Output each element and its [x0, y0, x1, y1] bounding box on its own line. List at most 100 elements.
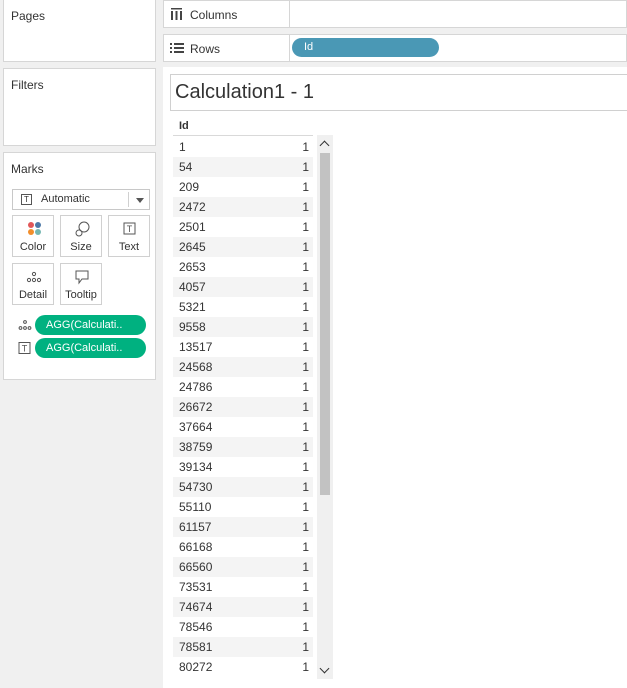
text-label: Text	[118, 241, 140, 253]
row-id: 54730	[179, 480, 213, 494]
row-value: 1	[302, 560, 309, 574]
marks-title: Marks	[11, 162, 44, 176]
text-button[interactable]: T Text	[108, 215, 150, 257]
table-row[interactable]: 24568 1	[173, 357, 313, 377]
rows-shelf[interactable]: Rows Id	[163, 34, 627, 62]
table-row[interactable]: 4057 1	[173, 277, 313, 297]
row-id: 4057	[179, 280, 206, 294]
table-row[interactable]: 37664 1	[173, 417, 313, 437]
marks-pill-row: AGG(Calculati..	[4, 315, 157, 335]
table-row[interactable]: 2645 1	[173, 237, 313, 257]
row-value: 1	[302, 420, 309, 434]
row-value: 1	[302, 200, 309, 214]
row-value: 1	[302, 600, 309, 614]
row-id: 37664	[179, 420, 213, 434]
table-row[interactable]: 73531 1	[173, 577, 313, 597]
table-row[interactable]: 78546 1	[173, 617, 313, 637]
scroll-down-icon[interactable]	[319, 663, 330, 674]
row-value: 1	[302, 500, 309, 514]
row-id: 66168	[179, 540, 213, 554]
text-mark-icon: T	[21, 194, 32, 205]
row-id: 78581	[179, 640, 213, 654]
row-value: 1	[302, 640, 309, 654]
view-area: Calculation1 - 1 Id 1 1 54 1 209 1 2472 1 2501 1 2…	[163, 67, 627, 688]
pages-card[interactable]: Pages	[3, 0, 156, 62]
text-icon: T	[18, 342, 31, 354]
detail-dots-icon	[26, 271, 42, 283]
row-id: 55110	[179, 500, 212, 514]
table-row[interactable]: 54730 1	[173, 477, 313, 497]
row-id: 209	[179, 180, 200, 194]
row-value: 1	[302, 480, 309, 494]
text-icon: T	[123, 222, 136, 235]
detail-dots-icon	[18, 320, 32, 330]
table-row[interactable]: 24786 1	[173, 377, 313, 397]
mark-type-value: Automatic	[41, 193, 90, 205]
table-row[interactable]: 80272 1	[173, 657, 313, 677]
table-row[interactable]: 2472 1	[173, 197, 313, 217]
row-id: 13517	[179, 340, 213, 354]
row-id: 80272	[179, 660, 213, 674]
row-value: 1	[302, 240, 309, 254]
shelf-divider	[289, 35, 290, 61]
table-row[interactable]: 209 1	[173, 177, 313, 197]
id-column-header[interactable]: Id	[173, 120, 313, 136]
detail-button[interactable]: Detail	[12, 263, 54, 305]
color-dots-icon	[28, 222, 41, 235]
columns-icon	[171, 8, 182, 20]
table-row[interactable]: 66560 1	[173, 557, 313, 577]
marks-card: Marks T Automatic Color Size T Text Deta…	[3, 152, 156, 380]
filters-card[interactable]: Filters	[3, 68, 156, 146]
row-id: 2472	[179, 200, 206, 214]
row-value: 1	[302, 620, 309, 634]
shelf-divider	[289, 1, 290, 27]
row-value: 1	[302, 320, 309, 334]
agg-calculation-detail-pill[interactable]: AGG(Calculati..	[35, 315, 146, 335]
table-row[interactable]: 5321 1	[173, 297, 313, 317]
row-id: 5321	[179, 300, 206, 314]
row-id: 24568	[179, 360, 213, 374]
row-id: 38759	[179, 440, 213, 454]
row-value: 1	[302, 220, 309, 234]
table-row[interactable]: 2501 1	[173, 217, 313, 237]
size-button[interactable]: Size	[60, 215, 102, 257]
agg-calculation-text-pill[interactable]: AGG(Calculati..	[35, 338, 146, 358]
vertical-scrollbar[interactable]	[317, 135, 333, 679]
color-button[interactable]: Color	[12, 215, 54, 257]
row-value: 1	[302, 460, 309, 474]
tooltip-label: Tooltip	[65, 289, 97, 301]
rows-icon	[170, 43, 184, 53]
chevron-down-icon[interactable]	[136, 198, 144, 203]
row-value: 1	[302, 440, 309, 454]
row-value: 1	[302, 400, 309, 414]
row-id: 73531	[179, 580, 213, 594]
table-row[interactable]: 26672 1	[173, 397, 313, 417]
svg-text:T: T	[127, 224, 133, 234]
rows-label: Rows	[190, 42, 221, 56]
table-row[interactable]: 13517 1	[173, 337, 313, 357]
id-dimension-pill[interactable]: Id	[292, 38, 439, 57]
table-row[interactable]: 61157 1	[173, 517, 313, 537]
tooltip-button[interactable]: Tooltip	[60, 263, 102, 305]
row-value: 1	[302, 380, 309, 394]
scroll-up-icon[interactable]	[319, 140, 330, 151]
table-row[interactable]: 39134 1	[173, 457, 313, 477]
table-row[interactable]: 9558 1	[173, 317, 313, 337]
table-row[interactable]: 78581 1	[173, 637, 313, 657]
table-row[interactable]: 74674 1	[173, 597, 313, 617]
view-title[interactable]: Calculation1 - 1	[170, 74, 627, 111]
row-value: 1	[302, 360, 309, 374]
mark-type-dropdown[interactable]: T Automatic	[12, 189, 150, 210]
table-row[interactable]: 38759 1	[173, 437, 313, 457]
columns-label: Columns	[190, 8, 238, 22]
table-row[interactable]: 66168 1	[173, 537, 313, 557]
row-value: 1	[302, 580, 309, 594]
table-row[interactable]: 54 1	[173, 157, 313, 177]
color-label: Color	[19, 241, 47, 253]
table-row[interactable]: 11	[173, 137, 313, 157]
crosstab-table: 1 1 54 1 209 1 2472 1 2501 1 2645 1 2653 1 4057 1 5321 1 9…	[173, 137, 313, 688]
columns-shelf[interactable]: Columns	[163, 0, 627, 28]
scroll-thumb[interactable]	[320, 153, 330, 495]
table-row[interactable]: 2653 1	[173, 257, 313, 277]
table-row[interactable]: 55110 1	[173, 497, 313, 517]
